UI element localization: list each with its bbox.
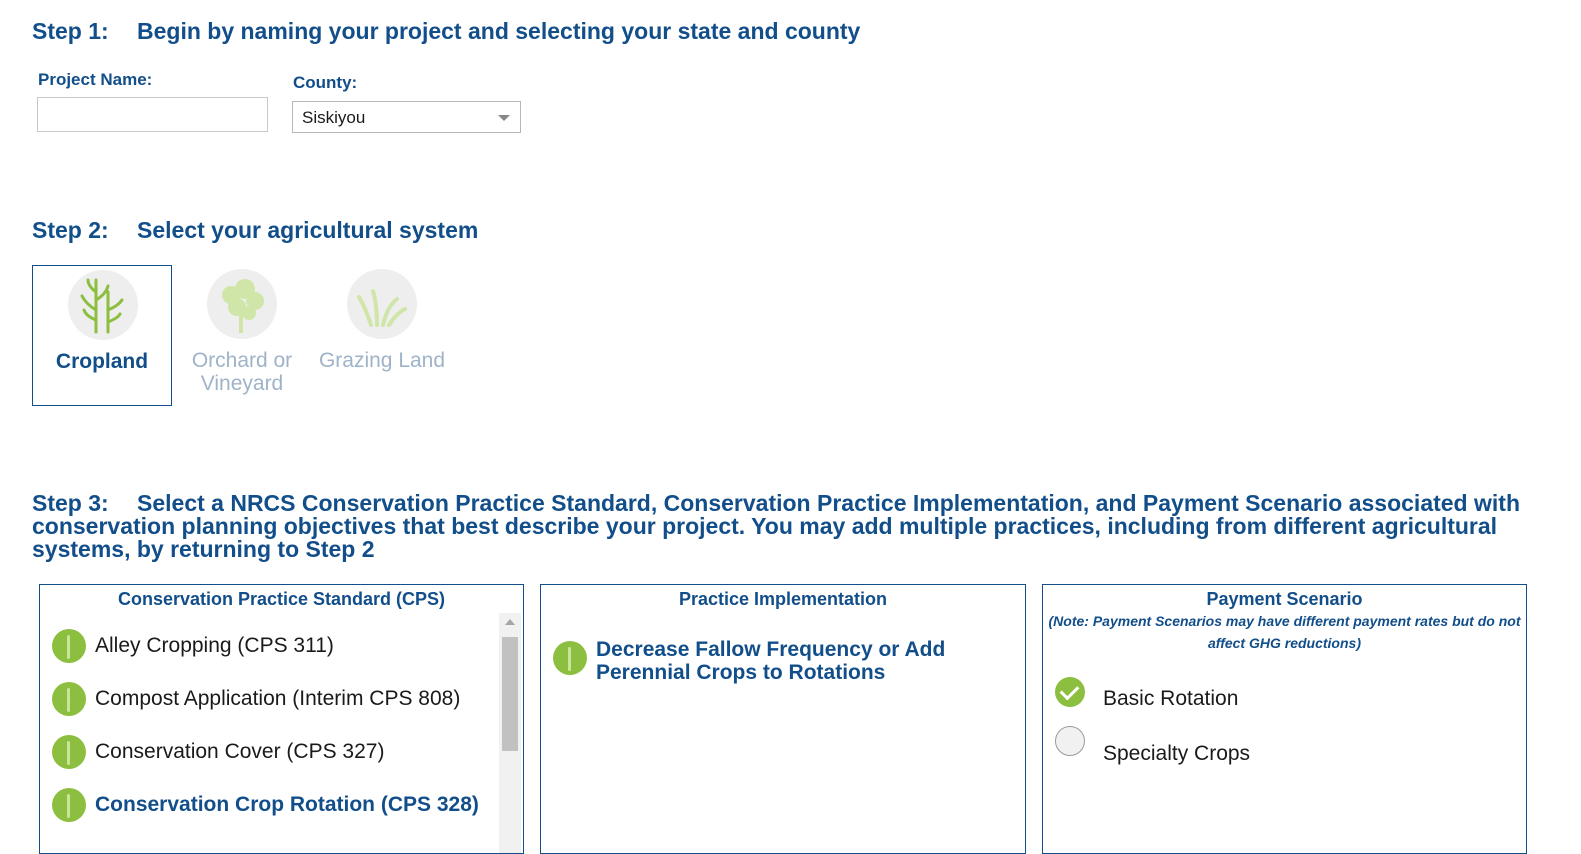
payment-option-label: Basic Rotation: [1103, 687, 1239, 710]
payment-panel-header: Payment Scenario: [1206, 589, 1363, 609]
cps-scrollbar[interactable]: [499, 613, 521, 853]
implementation-panel-header: Practice Implementation: [678, 589, 888, 609]
checkmark-icon[interactable]: [1055, 677, 1085, 707]
step2-number: Step 2:: [32, 217, 109, 243]
implementation-item-label: Decrease Fallow Frequency or Add Perenni…: [596, 638, 946, 684]
radio-unchecked-icon[interactable]: [1055, 726, 1085, 756]
leaf-icon: [52, 682, 86, 716]
leaf-icon: [553, 641, 587, 675]
step2-title: Step 2: Select your agricultural system: [32, 219, 478, 242]
step1-number: Step 1:: [32, 18, 109, 44]
payment-option-label: Specialty Crops: [1103, 742, 1251, 765]
system-grazing-tile[interactable]: Grazing Land: [312, 265, 452, 406]
chevron-down-icon: [498, 115, 510, 121]
step1-title: Step 1: Begin by naming your project and …: [32, 20, 860, 43]
project-name-label: Project Name:: [38, 70, 153, 89]
step1-heading: Begin by naming your project and selecti…: [137, 18, 861, 44]
county-value: Siskiyou: [302, 108, 366, 127]
cropland-icon: [68, 270, 138, 340]
payment-option-specialty-crops[interactable]: Specialty Crops: [1055, 716, 1250, 766]
county-select[interactable]: Siskiyou: [292, 101, 521, 133]
cps-item-conservation-crop-rotation[interactable]: Conservation Crop Rotation (CPS 328): [52, 788, 479, 822]
cps-item-alley-cropping[interactable]: Alley Cropping (CPS 311): [52, 629, 334, 663]
county-label: County:: [293, 73, 358, 92]
system-orchard-label: Orchard or Vineyard: [191, 349, 293, 395]
step3-title: Step 3: Select a NRCS Conservation Practi…: [32, 492, 1532, 561]
system-cropland-label: Cropland: [55, 350, 149, 373]
payment-note: (Note: Payment Scenarios may have differ…: [1048, 613, 1521, 651]
grazing-icon: [347, 269, 417, 339]
step3-heading: Select a NRCS Conservation Practice Stan…: [32, 490, 1520, 562]
step2-heading: Select your agricultural system: [137, 217, 479, 243]
cps-item-compost-application[interactable]: Compost Application (Interim CPS 808): [52, 682, 460, 716]
cps-item-label: Compost Application (Interim CPS 808): [95, 687, 461, 710]
system-grazing-label: Grazing Land: [318, 349, 446, 372]
scroll-thumb[interactable]: [502, 637, 518, 751]
payment-option-basic-rotation[interactable]: Basic Rotation: [1055, 673, 1238, 711]
step3-number: Step 3:: [32, 490, 109, 516]
system-cropland-tile[interactable]: Cropland: [32, 265, 172, 406]
cps-panel-header: Conservation Practice Standard (CPS): [117, 589, 446, 609]
cps-item-conservation-cover[interactable]: Conservation Cover (CPS 327): [52, 735, 384, 769]
orchard-icon: [207, 269, 277, 339]
implementation-item[interactable]: Decrease Fallow Frequency or Add Perenni…: [553, 638, 976, 684]
leaf-icon: [52, 788, 86, 822]
project-name-input[interactable]: [37, 97, 268, 132]
cps-item-label: Alley Cropping (CPS 311): [95, 634, 334, 657]
system-orchard-tile[interactable]: Orchard or Vineyard: [172, 265, 312, 406]
leaf-icon: [52, 629, 86, 663]
scroll-up-arrow-icon[interactable]: [505, 619, 515, 625]
cps-item-label: Conservation Cover (CPS 327): [95, 740, 385, 763]
cps-panel: Conservation Practice Standard (CPS) All…: [39, 584, 524, 854]
implementation-panel: Practice Implementation Decrease Fallow …: [540, 584, 1026, 854]
leaf-icon: [52, 735, 86, 769]
cps-item-label: Conservation Crop Rotation (CPS 328): [95, 793, 479, 816]
payment-panel: Payment Scenario (Note: Payment Scenario…: [1042, 584, 1527, 854]
